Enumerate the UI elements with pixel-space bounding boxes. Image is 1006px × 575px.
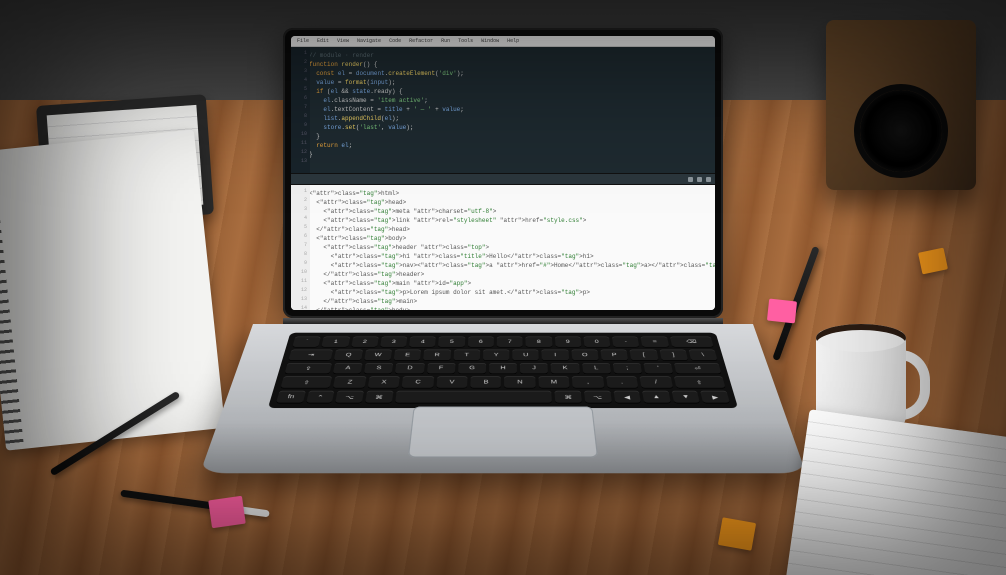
photo-scene: FileEditViewNavigateCodeRefactorRunTools… bbox=[0, 0, 1006, 575]
vignette-overlay bbox=[0, 0, 1006, 575]
